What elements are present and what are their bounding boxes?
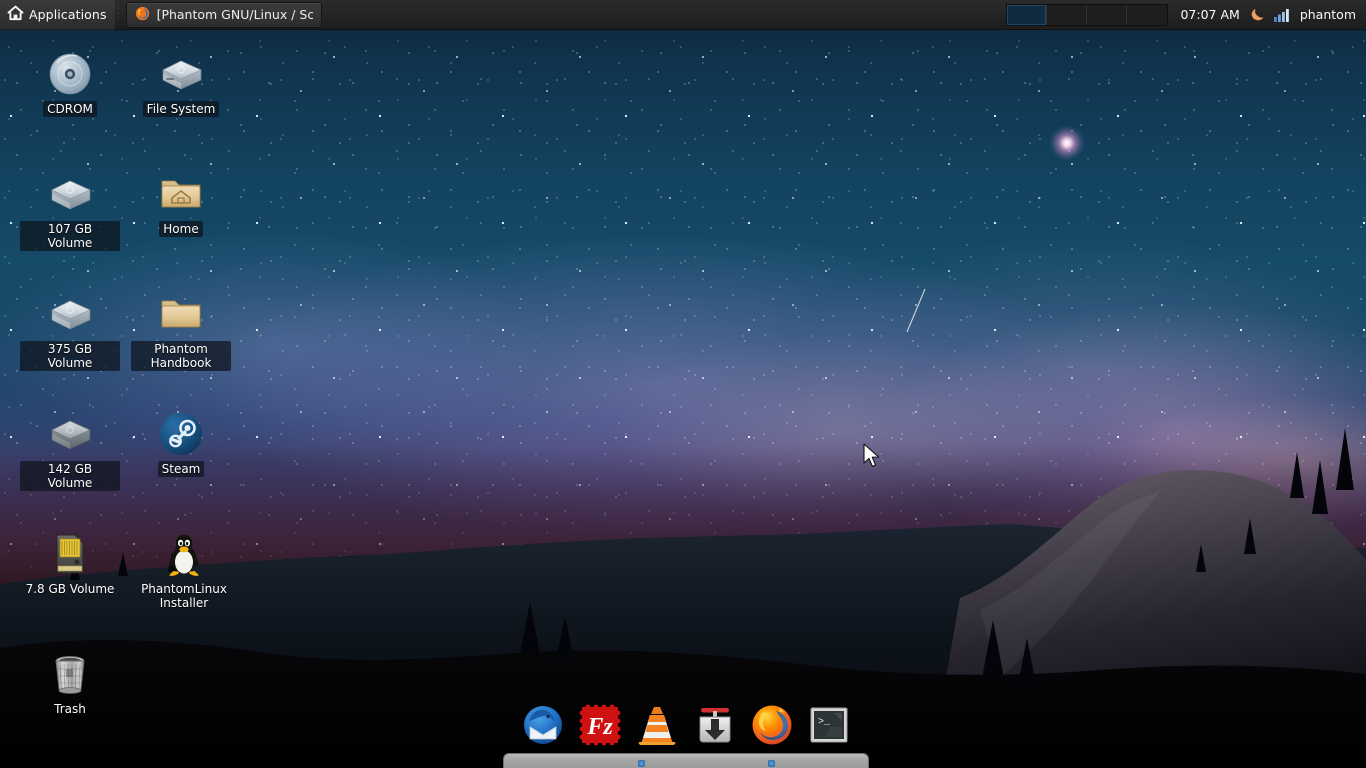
dock-item-archive[interactable]	[693, 705, 737, 749]
desktop-icon-label: Phantom Handbook	[131, 341, 231, 371]
terminal-icon: >_	[808, 705, 850, 749]
filezilla-icon: Fz	[579, 704, 621, 750]
dock-running-indicator	[768, 760, 775, 767]
desktop-icon-label: 107 GB Volume	[20, 221, 120, 251]
workspace-switcher[interactable]	[1006, 3, 1169, 26]
desktop-icon-volume-78gb[interactable]: 7.8 GB Volume	[10, 530, 130, 597]
panel-drag-handle[interactable]	[116, 5, 122, 24]
thunderbird-icon	[521, 703, 565, 751]
desktop-icon-volume-375gb[interactable]: 375 GB Volume	[18, 290, 122, 371]
svg-text:Fz: Fz	[587, 714, 614, 740]
steam-icon	[157, 410, 205, 458]
system-tray: 07:07 AM phantom	[1172, 0, 1366, 30]
dock-item-terminal[interactable]: >_	[807, 705, 851, 749]
panel-spacer	[322, 0, 1007, 30]
vlc-cone-icon	[636, 703, 678, 751]
harddrive-icon	[46, 410, 94, 458]
desktop-icon-label: PhantomLinux Installer	[141, 582, 227, 610]
home-folder-icon	[157, 170, 205, 218]
desktop-icon-phantomlinux-installer[interactable]: PhantomLinux Installer	[129, 530, 239, 611]
desktop-icon-steam[interactable]: Steam	[129, 410, 233, 477]
dock-running-indicator	[638, 760, 645, 767]
workspace-3[interactable]	[1087, 4, 1128, 25]
desktop-icon-home[interactable]: Home	[129, 170, 233, 237]
workspace-1[interactable]	[1007, 4, 1048, 25]
workspace-4[interactable]	[1127, 4, 1168, 25]
top-panel: Applications [Phantom GNU/Linux / Scr… 0…	[0, 0, 1366, 30]
desktop-icon-label: 7.8 GB Volume	[25, 582, 115, 596]
desktop-icon-label: File System	[142, 101, 220, 117]
desktop-icon-label: 375 GB Volume	[20, 341, 120, 371]
desktop-icon-label: Steam	[157, 461, 205, 477]
desktop-icon-layer: CDROM File System 107 GB Volume Home 375…	[0, 30, 1366, 768]
network-signal-icon[interactable]	[1273, 7, 1290, 23]
dock: Fz >_	[503, 698, 869, 768]
dock-item-vlc[interactable]	[635, 705, 679, 749]
firefox-icon	[135, 6, 150, 24]
desktop-icon-cdrom[interactable]: CDROM	[18, 50, 122, 117]
window-button-firefox[interactable]: [Phantom GNU/Linux / Scr…	[125, 1, 322, 28]
desktop[interactable]: CDROM File System 107 GB Volume Home 375…	[0, 0, 1366, 768]
desktop-icon-label: Trash	[54, 702, 86, 716]
applications-menu-label: Applications	[29, 7, 107, 22]
home-house-icon	[7, 5, 24, 24]
username-label[interactable]: phantom	[1300, 7, 1356, 22]
desktop-icon-trash[interactable]: Trash	[18, 650, 122, 717]
tux-penguin-icon	[160, 530, 208, 578]
moon-icon[interactable]	[1247, 6, 1266, 24]
desktop-icon-label: 142 GB Volume	[20, 461, 120, 491]
trash-bin-icon	[46, 650, 94, 698]
desktop-icon-label: CDROM	[43, 101, 97, 117]
harddrive-icon	[157, 50, 205, 98]
clock[interactable]: 07:07 AM	[1180, 7, 1239, 22]
workspace-2[interactable]	[1047, 4, 1088, 25]
desktop-icon-volume-142gb[interactable]: 142 GB Volume	[18, 410, 122, 491]
dock-item-firefox[interactable]	[750, 705, 794, 749]
applications-menu-button[interactable]: Applications	[0, 0, 115, 30]
desktop-icon-file-system[interactable]: File System	[129, 50, 233, 117]
firefox-icon	[750, 703, 794, 751]
window-button-title: [Phantom GNU/Linux / Scr…	[156, 7, 313, 22]
dock-item-thunderbird[interactable]	[521, 705, 565, 749]
window-button-list: [Phantom GNU/Linux / Scr…	[124, 0, 322, 30]
dock-panel-bar[interactable]	[503, 753, 869, 768]
cdrom-disc-icon	[46, 50, 94, 98]
svg-text:>_: >_	[818, 717, 831, 728]
dock-item-filezilla[interactable]: Fz	[578, 704, 622, 750]
dock-items: Fz >_	[503, 698, 869, 756]
archive-download-icon	[694, 704, 736, 750]
desktop-icon-label: Home	[159, 221, 203, 237]
sdcard-icon	[46, 530, 94, 578]
harddrive-icon	[46, 170, 94, 218]
harddrive-icon	[46, 290, 94, 338]
folder-icon	[157, 290, 205, 338]
desktop-icon-volume-107gb[interactable]: 107 GB Volume	[18, 170, 122, 251]
desktop-icon-phantom-handbook[interactable]: Phantom Handbook	[129, 290, 233, 371]
